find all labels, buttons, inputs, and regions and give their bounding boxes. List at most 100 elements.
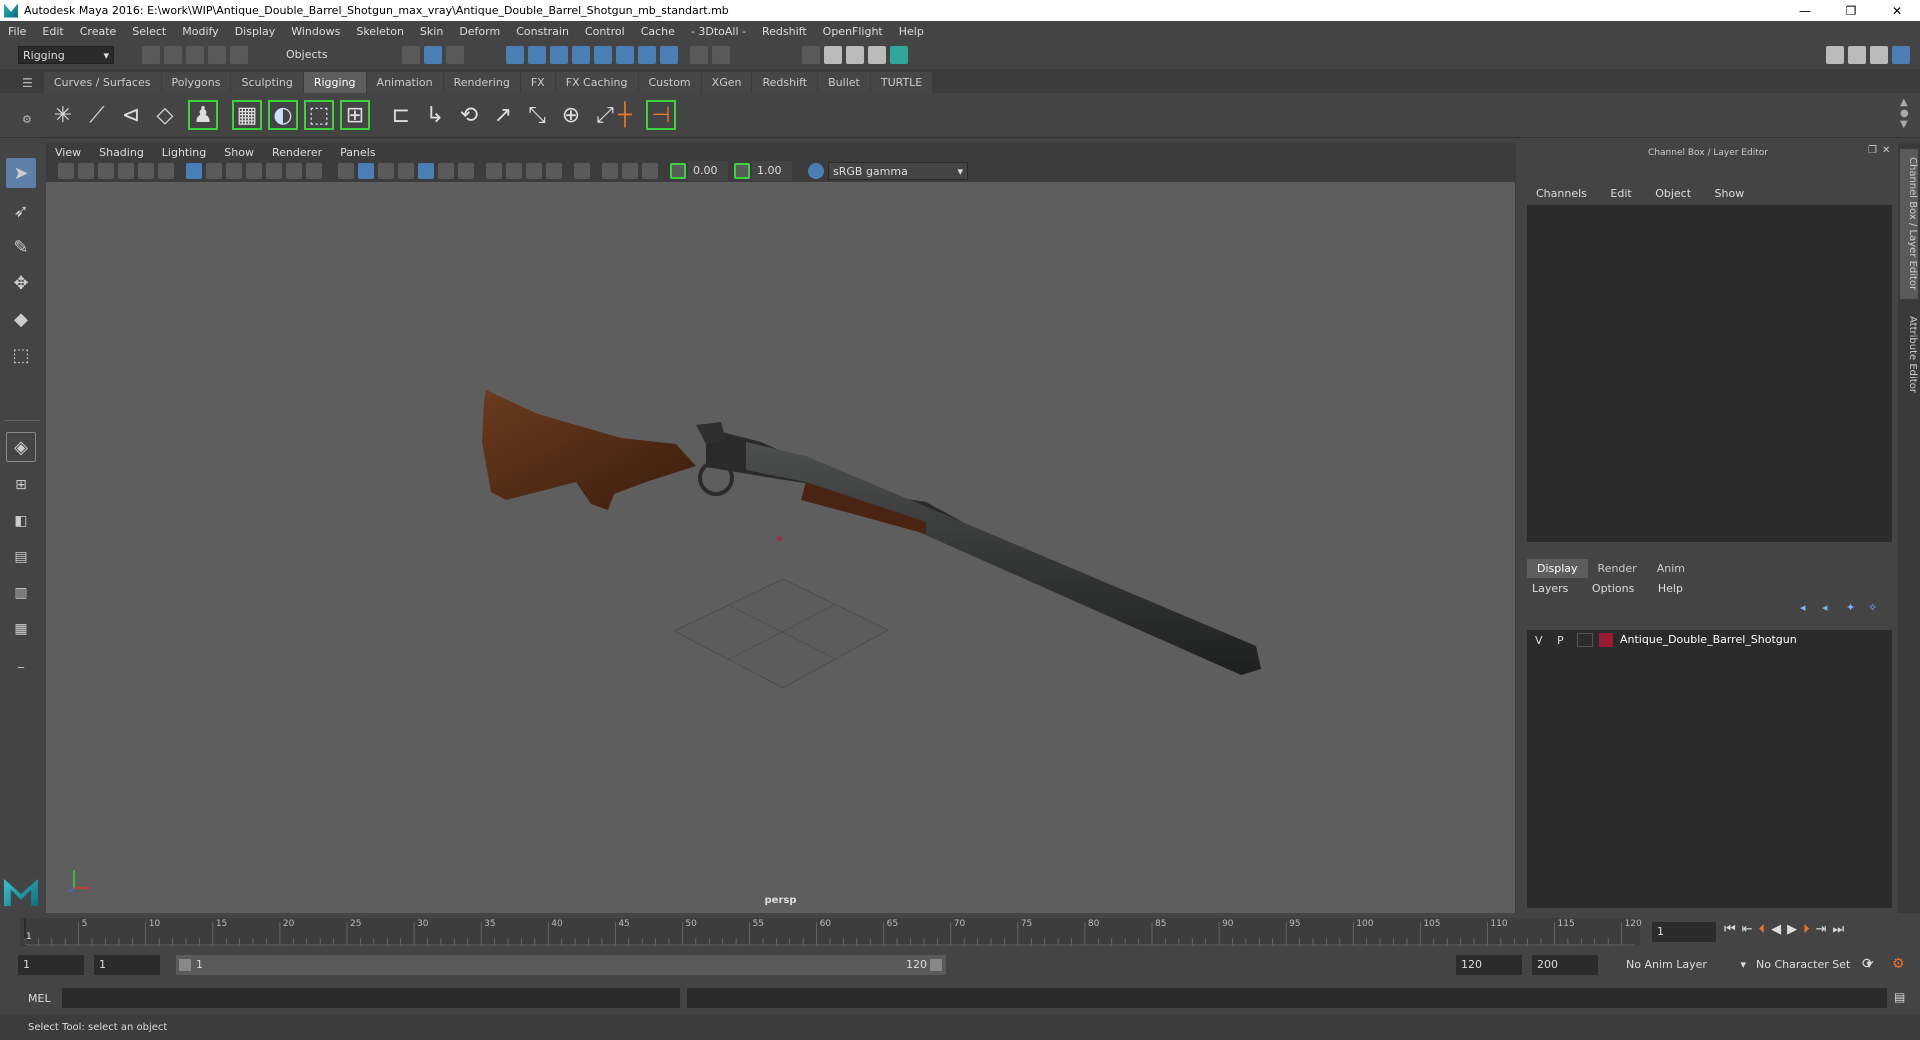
playback-start-field[interactable]: 1 (94, 955, 160, 975)
shelf-tab-rendering[interactable]: Rendering (443, 72, 520, 93)
shelf-tab-polygons[interactable]: Polygons (161, 72, 231, 93)
playback-end-field[interactable]: 120 (1456, 955, 1522, 975)
ipr-render-icon[interactable] (846, 46, 864, 64)
script-language-label[interactable]: MEL (28, 992, 51, 1005)
auto-key-icon[interactable]: ⟳ (1862, 956, 1874, 972)
play-backwards-icon[interactable]: ◀ (1771, 922, 1781, 937)
pole-vector-icon[interactable]: ⊕ (556, 100, 586, 130)
snap-point-icon[interactable] (550, 46, 568, 64)
save-scene-icon[interactable] (186, 46, 204, 64)
redo-icon[interactable] (230, 46, 248, 64)
gamma-field[interactable]: 1.00 (752, 161, 792, 181)
safe-title-icon[interactable] (306, 163, 322, 179)
exposure-field[interactable]: 0.00 (688, 161, 728, 181)
interactive-bind-icon[interactable]: ◐ (268, 100, 298, 130)
construction-history-icon[interactable] (712, 46, 730, 64)
grease-pencil-icon[interactable] (158, 163, 174, 179)
go-to-end-icon[interactable]: ⏭ (1833, 922, 1845, 937)
menu-control[interactable]: Control (577, 25, 633, 38)
layer-type-toggle[interactable] (1577, 633, 1593, 647)
parent-constraint-icon[interactable]: ⊏ (386, 100, 416, 130)
new-layer-selected-icon[interactable]: ✧ (1868, 601, 1877, 614)
open-scene-icon[interactable] (164, 46, 182, 64)
symmetry-icon[interactable] (616, 46, 634, 64)
menu-cache[interactable]: Cache (633, 25, 683, 38)
two-view-layout-icon[interactable]: ◧ (6, 506, 36, 536)
layer-menu-help[interactable]: Help (1648, 582, 1693, 595)
four-view-layout-icon[interactable]: ⊞ (6, 470, 36, 500)
close-panel-icon[interactable]: ✕ (1882, 145, 1890, 156)
lock-icon[interactable] (690, 46, 708, 64)
animation-start-field[interactable]: 1 (18, 955, 84, 975)
depth-of-field-icon[interactable] (546, 163, 562, 179)
orient-constraint-icon[interactable]: ⟲ (454, 100, 484, 130)
last-tool-icon[interactable]: ◈ (6, 432, 36, 462)
point-constraint-icon[interactable]: ↳ (420, 100, 450, 130)
textured-icon[interactable] (418, 163, 434, 179)
layer-tab-render[interactable]: Render (1588, 559, 1647, 578)
command-input[interactable] (62, 988, 680, 1008)
script-editor-icon[interactable]: ▤ (1894, 990, 1905, 1004)
shelf-tab-bullet[interactable]: Bullet (818, 72, 870, 93)
shelf-tab-curves-surfaces[interactable]: Curves / Surfaces (44, 72, 161, 93)
layer-menu-options[interactable]: Options (1582, 582, 1644, 595)
shadows-icon[interactable] (458, 163, 474, 179)
film-gate-icon[interactable] (206, 163, 222, 179)
range-start-handle[interactable] (179, 959, 191, 971)
snap-live-icon[interactable] (594, 46, 612, 64)
gate-mask-icon[interactable] (246, 163, 262, 179)
step-back-frame-icon[interactable]: ⇤ (1742, 922, 1753, 937)
aim-constraint-icon[interactable]: ↗ (488, 100, 518, 130)
soft-select-icon[interactable] (638, 46, 656, 64)
paint-select-tool-icon[interactable]: ✎ (6, 232, 36, 262)
menu-create[interactable]: Create (72, 25, 125, 38)
isolate-select-icon[interactable] (574, 163, 590, 179)
scale-tool-icon[interactable]: ⬚ (6, 340, 36, 370)
layer-visibility-toggle[interactable]: V (1535, 634, 1543, 647)
insert-joint-icon[interactable]: ◇ (150, 100, 180, 130)
select-tool-icon[interactable]: ➤ (6, 158, 36, 188)
snap-view-plane-icon[interactable] (572, 46, 590, 64)
restore-button[interactable]: ❐ (1828, 0, 1874, 21)
attribute-editor-toggle-icon[interactable] (1848, 46, 1866, 64)
play-forwards-icon[interactable]: ▶ (1787, 922, 1797, 937)
menu-windows[interactable]: Windows (283, 25, 348, 38)
menu-3dtoall[interactable]: - 3DtoAll - (683, 25, 754, 38)
xray-joints-icon[interactable] (622, 163, 638, 179)
humanik-icon[interactable]: ♟ (188, 100, 218, 130)
shelf-tab-fx-caching[interactable]: FX Caching (555, 72, 638, 93)
channel-box-menu-show[interactable]: Show (1705, 187, 1755, 200)
step-forward-key-icon[interactable]: ⏵ (1803, 922, 1810, 937)
layer-playback-toggle[interactable]: P (1557, 634, 1564, 647)
shelf-options-icon[interactable]: ⚙ (22, 113, 32, 126)
persp-outliner-layout-icon[interactable]: ▤ (6, 542, 36, 572)
render-settings-icon[interactable] (868, 46, 886, 64)
side-tab-channel-box[interactable]: Channel Box / Layer Editor (1900, 149, 1918, 299)
channel-box-menu-object[interactable]: Object (1645, 187, 1701, 200)
shelf-scroll-icon[interactable]: ▲ ● ▼ (1900, 97, 1909, 130)
gamma-icon[interactable] (734, 163, 750, 179)
shelf-tab-rigging[interactable]: Rigging (303, 72, 366, 93)
menu-skeleton[interactable]: Skeleton (348, 25, 412, 38)
viewport-menu-panels[interactable]: Panels (331, 146, 384, 159)
menu-edit[interactable]: Edit (34, 25, 71, 38)
perspective-viewport[interactable]: * persp (46, 182, 1515, 913)
shelf-menu-icon[interactable]: ☰ (22, 76, 33, 90)
viewport-scene[interactable]: * (46, 182, 1515, 913)
snap-curve-icon[interactable] (528, 46, 546, 64)
hypershade-icon[interactable] (890, 46, 908, 64)
lattice-icon[interactable]: ⬚ (304, 100, 334, 130)
render-view-icon[interactable] (824, 46, 842, 64)
step-forward-frame-icon[interactable]: ⇥ (1816, 922, 1827, 937)
new-empty-layer-icon[interactable]: ✦ (1846, 601, 1855, 614)
shelf-tab-xgen[interactable]: XGen (701, 72, 752, 93)
hypershade-layout-icon[interactable]: ▦ (6, 614, 36, 644)
menu-openflight[interactable]: OpenFlight (815, 25, 891, 38)
shelf-tab-sculpting[interactable]: Sculpting (231, 72, 303, 93)
snap-grid-icon[interactable] (506, 46, 524, 64)
scale-constraint-icon[interactable]: ⤡ (522, 100, 552, 130)
shelf-tab-redshift[interactable]: Redshift (752, 72, 818, 93)
viewport-menu-show[interactable]: Show (215, 146, 263, 159)
float-panel-icon[interactable]: ❐ (1868, 145, 1877, 156)
color-management-icon[interactable] (808, 163, 824, 179)
